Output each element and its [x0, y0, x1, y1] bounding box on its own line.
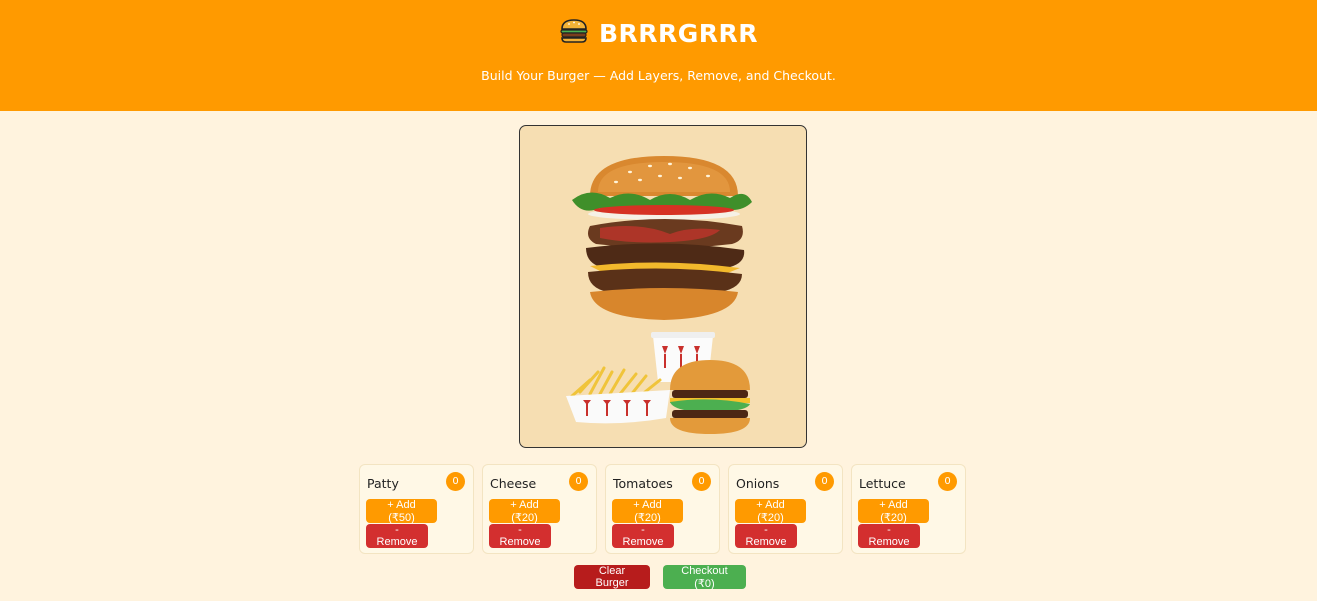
ingredient-card-tomatoes: Tomatoes 0 + Add (₹20) - Remove [605, 464, 720, 554]
burger-icon [559, 18, 589, 48]
brand: BRRRGRRR [0, 18, 1317, 48]
ingredient-name: Cheese [490, 476, 537, 491]
count-badge: 0 [569, 472, 588, 491]
remove-lettuce-button[interactable]: - Remove [858, 524, 920, 548]
ingredient-name: Tomatoes [613, 476, 673, 491]
ingredient-name: Lettuce [859, 476, 906, 491]
stacked-burger-image [572, 156, 752, 320]
app-header: BRRRGRRR Build Your Burger — Add Layers,… [0, 0, 1317, 111]
count-badge: 0 [446, 472, 465, 491]
clear-burger-button[interactable]: Clear Burger [574, 565, 650, 589]
remove-tomatoes-button[interactable]: - Remove [612, 524, 674, 548]
add-onions-button[interactable]: + Add (₹20) [735, 499, 806, 524]
add-patty-button[interactable]: + Add (₹50) [366, 499, 437, 524]
ingredient-controls: Patty 0 + Add (₹50) - Remove Cheese 0 + … [359, 464, 966, 554]
app-title: BRRRGRRR [598, 18, 759, 48]
add-lettuce-button[interactable]: + Add (₹20) [858, 499, 929, 524]
ingredient-card-onions: Onions 0 + Add (₹20) - Remove [728, 464, 843, 554]
add-tomatoes-button[interactable]: + Add (₹20) [612, 499, 683, 524]
order-actions: Clear Burger Checkout (₹0) [574, 565, 746, 590]
remove-cheese-button[interactable]: - Remove [489, 524, 551, 548]
burger-fries-drink-combo-image [566, 332, 750, 434]
remove-onions-button[interactable]: - Remove [735, 524, 797, 548]
add-cheese-button[interactable]: + Add (₹20) [489, 499, 560, 524]
remove-patty-button[interactable]: - Remove [366, 524, 428, 548]
count-badge: 0 [692, 472, 711, 491]
count-badge: 0 [815, 472, 834, 491]
ingredient-name: Patty [367, 476, 399, 491]
burger-preview [519, 125, 807, 448]
count-badge: 0 [938, 472, 957, 491]
ingredient-card-patty: Patty 0 + Add (₹50) - Remove [359, 464, 474, 554]
ingredient-card-lettuce: Lettuce 0 + Add (₹20) - Remove [851, 464, 966, 554]
ingredient-card-cheese: Cheese 0 + Add (₹20) - Remove [482, 464, 597, 554]
tagline: Build Your Burger — Add Layers, Remove, … [481, 68, 836, 83]
ingredient-name: Onions [736, 476, 780, 491]
checkout-button[interactable]: Checkout (₹0) [663, 565, 746, 590]
